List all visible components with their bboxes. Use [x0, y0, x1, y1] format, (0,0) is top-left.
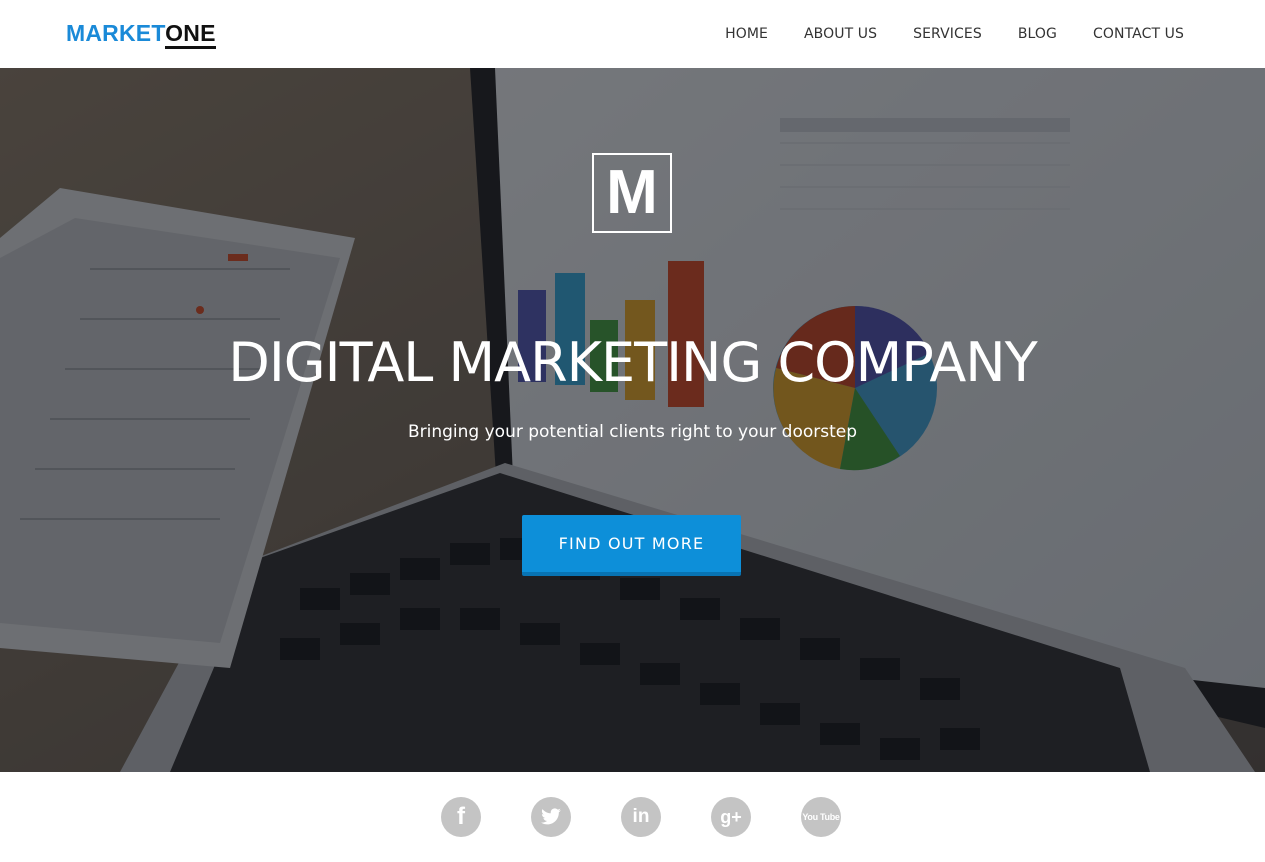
youtube-glyph: You Tube	[802, 812, 840, 822]
google-plus-glyph: g+	[720, 806, 742, 827]
nav-contact-us[interactable]: CONTACT US	[1093, 26, 1184, 42]
hero-title: DIGITAL MARKETING COMPANY	[228, 331, 1037, 394]
logo-market-text: MARKET	[66, 20, 166, 46]
navbar: MARKETONE HOME ABOUT US SERVICES BLOG CO…	[0, 0, 1265, 68]
find-out-more-button[interactable]: FIND OUT MORE	[522, 515, 741, 576]
youtube-icon[interactable]: You Tube	[801, 797, 841, 837]
nav-services[interactable]: SERVICES	[913, 26, 982, 42]
nav-home[interactable]: HOME	[725, 26, 768, 42]
hero-section: M DIGITAL MARKETING COMPANY Bringing you…	[0, 68, 1265, 772]
google-plus-icon[interactable]: g+	[711, 797, 751, 837]
brand-badge: M	[592, 153, 672, 233]
site-logo[interactable]: MARKETONE	[66, 19, 216, 49]
brand-badge-letter: M	[606, 158, 658, 227]
twitter-icon[interactable]	[531, 797, 571, 837]
main-nav: HOME ABOUT US SERVICES BLOG CONTACT US	[689, 0, 1184, 68]
linkedin-icon[interactable]: in	[621, 797, 661, 837]
logo-one-text: ONE	[165, 20, 216, 49]
facebook-icon[interactable]: f	[441, 797, 481, 837]
nav-blog[interactable]: BLOG	[1018, 26, 1057, 42]
hero-subtitle: Bringing your potential clients right to…	[407, 422, 858, 442]
linkedin-glyph: in	[632, 806, 650, 827]
facebook-glyph: f	[457, 803, 465, 830]
nav-about-us[interactable]: ABOUT US	[804, 26, 877, 42]
twitter-bird-glyph	[541, 808, 561, 825]
social-links: f in g+ You Tube	[0, 772, 1265, 862]
